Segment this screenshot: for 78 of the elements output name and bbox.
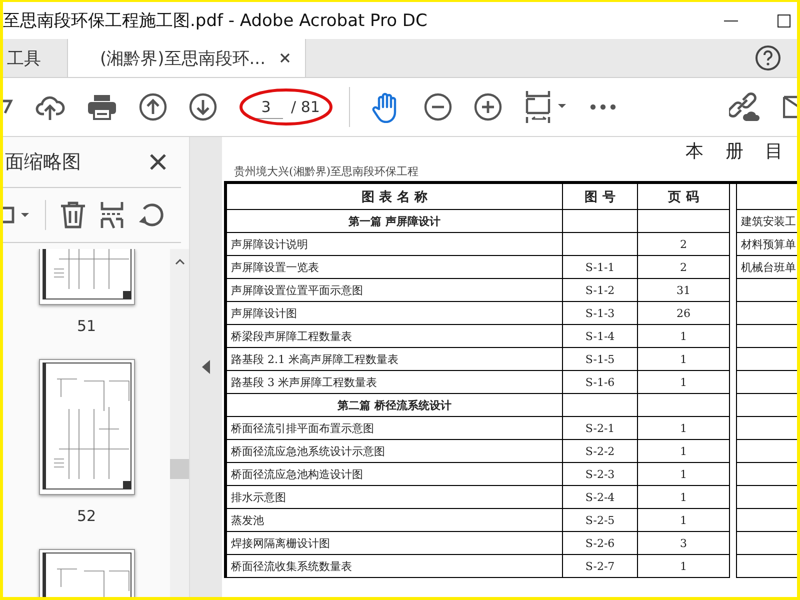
table-cell: S-2-3 — [562, 462, 638, 486]
table-cell: 2 — [638, 232, 730, 256]
scrollbar-thumb[interactable] — [170, 459, 189, 479]
table-cell: 1 — [638, 554, 730, 578]
previous-page-icon[interactable] — [139, 93, 167, 121]
table-cell: 桥面径流引排平面布置示意图 — [226, 416, 562, 440]
close-icon[interactable] — [279, 52, 292, 64]
table-cell: S-1-1 — [562, 256, 638, 278]
table-cell: 桥梁段声屏障工程数量表 — [226, 324, 562, 348]
page-number: 51 — [76, 317, 96, 335]
table-cell: 26 — [638, 302, 730, 324]
trash-icon[interactable] — [60, 201, 86, 229]
document-header: 贵州境大兴(湘黔界)至思南段环保工程 — [234, 164, 420, 179]
table-cell: S-1-6 — [562, 370, 638, 394]
table-cell: 声屏障设计说明 — [226, 232, 562, 256]
maximize-icon[interactable] — [777, 14, 791, 28]
document-title: 本 册 目 — [686, 140, 791, 162]
table-cell: 声屏障设置一览表 — [226, 256, 562, 278]
page-number: 52 — [76, 507, 96, 525]
document-tab[interactable]: (湘黔界)至思南段环... — [67, 39, 306, 77]
zoom-out-icon[interactable] — [424, 93, 452, 121]
table-cell: S-2-5 — [562, 508, 638, 532]
print-icon[interactable] — [87, 94, 117, 120]
collapse-arrow-icon[interactable] — [202, 360, 210, 374]
table-cell: 3 — [638, 532, 730, 554]
close-icon[interactable] — [149, 153, 167, 171]
panel-title: 面缩略图 — [5, 150, 81, 175]
mail-icon[interactable] — [783, 94, 797, 120]
table-cell: 1 — [638, 348, 730, 370]
table-cell: 1 — [638, 486, 730, 508]
page-split-icon[interactable] — [100, 201, 124, 229]
table-cell: 路基段 2.1 米高声屏障工程数量表 — [226, 348, 562, 370]
page-thumbnail[interactable] — [38, 249, 134, 305]
rotate-icon[interactable] — [138, 201, 166, 229]
table-cell: 1 — [638, 324, 730, 348]
table-cell: S-1-4 — [562, 324, 638, 348]
table-cell: S-2-6 — [562, 532, 638, 554]
help-icon[interactable] — [755, 45, 781, 71]
table-cell: 声屏障设计图 — [226, 302, 562, 324]
table-cell: 焊接网隔离栅设计图 — [226, 532, 562, 554]
window-title: 至思南段环保工程施工图.pdf - Adobe Acrobat Pro DC — [3, 10, 428, 32]
table-cell: 桥面径流应急池构造设计图 — [226, 462, 562, 486]
table-cell: 1 — [638, 508, 730, 532]
section-heading: 第二篇 桥径流系统设计 — [226, 394, 562, 416]
table-cell: 2 — [638, 256, 730, 278]
table-cell: 1 — [638, 416, 730, 440]
table-cell: S-2-4 — [562, 486, 638, 508]
scroll-up-icon[interactable] — [174, 259, 184, 265]
column-header: 图 表 名 称 — [226, 182, 562, 210]
table-cell: 1 — [638, 462, 730, 486]
thumbnail-options-icon[interactable] — [3, 205, 31, 225]
table-cell: 桥面径流应急池系统设计示意图 — [226, 440, 562, 462]
zoom-in-icon[interactable] — [474, 93, 502, 121]
scrollbar[interactable] — [170, 249, 189, 597]
more-icon[interactable] — [590, 104, 616, 110]
table-cell: 蒸发池 — [226, 508, 562, 532]
table-cell: S-2-7 — [562, 554, 638, 578]
table-cell: S-2-2 — [562, 440, 638, 462]
next-page-icon[interactable] — [189, 93, 217, 121]
table-cell: S-1-2 — [562, 278, 638, 302]
column-header: 页 码 — [638, 182, 730, 210]
table-cell: 路基段 3 米声屏障工程数量表 — [226, 370, 562, 394]
page-number-field[interactable]: 3 — [249, 96, 283, 118]
table-cell: 声屏障设置位置平面示意图 — [226, 278, 562, 302]
table-cell: 1 — [638, 440, 730, 462]
table-cell: 31 — [638, 278, 730, 302]
page-count: / 81 — [291, 98, 320, 116]
table-cell: 排水示意图 — [226, 486, 562, 508]
page-thumbnail[interactable] — [38, 359, 134, 495]
table-cell: S-1-3 — [562, 302, 638, 324]
table-cell: 桥面径流收集系统数量表 — [226, 554, 562, 578]
column-header: 图 号 — [562, 182, 638, 210]
section-heading: 第一篇 声屏障设计 — [226, 210, 562, 232]
table-cell: S-2-1 — [562, 416, 638, 440]
fit-page-icon[interactable] — [524, 90, 568, 124]
table-cell: 1 — [638, 370, 730, 394]
link-cloud-icon[interactable] — [729, 92, 761, 122]
table-cell: S-1-5 — [562, 348, 638, 370]
